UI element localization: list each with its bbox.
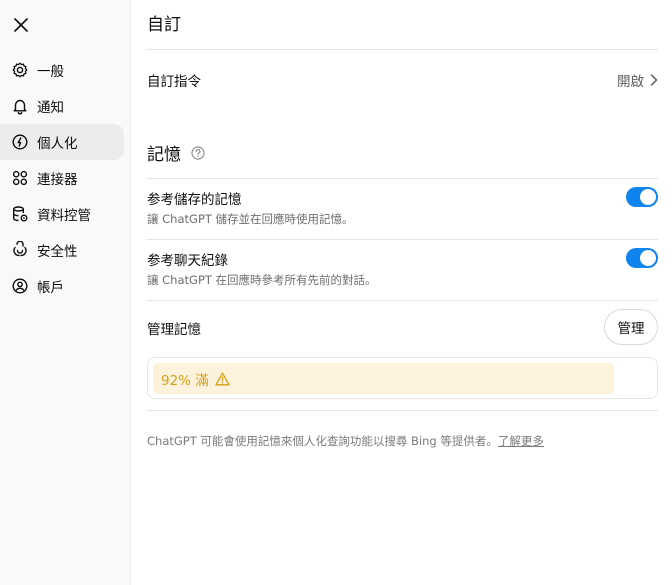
settings-nav: 一般 通知 個人化 連接器 資料控管 安全性 帳戶 (0, 52, 131, 304)
chat-history-label: 参考聊天紀錄 (147, 253, 228, 269)
security-icon (11, 241, 29, 259)
saved-memory-toggle[interactable] (626, 187, 658, 207)
warning-icon (215, 372, 230, 386)
settings-sidebar: 一般 通知 個人化 連接器 資料控管 安全性 帳戶 (0, 0, 131, 585)
toggle-knob (640, 250, 656, 266)
saved-memory-label: 参考儲存的記憶 (147, 192, 242, 208)
sidebar-item-security[interactable]: 安全性 (0, 232, 125, 268)
memory-footnote: ChatGPT 可能會使用記憶來個人化查詢功能以搜尋 Bing 等提供者。了解更… (147, 433, 544, 449)
account-icon (11, 277, 29, 295)
help-icon[interactable] (191, 145, 205, 160)
sidebar-item-notifications[interactable]: 通知 (0, 88, 125, 124)
memory-section-title: 記憶 (147, 140, 205, 165)
sidebar-item-label: 連接器 (37, 172, 78, 188)
page-title: 自訂 (147, 15, 181, 35)
chat-history-toggle[interactable] (626, 248, 658, 268)
custom-instructions-open-button[interactable]: 開啟 (617, 70, 658, 90)
memory-title: 記憶 (147, 145, 181, 165)
sidebar-item-personalization[interactable]: 個人化 (0, 124, 124, 160)
database-gear-icon (11, 205, 29, 223)
sidebar-item-account[interactable]: 帳戶 (0, 268, 125, 304)
sidebar-item-general[interactable]: 一般 (0, 52, 125, 88)
settings-content: 自訂 自訂指令 開啟 記憶 参考儲存的記憶 讓 ChatGPT 儲存並在回應時使… (147, 0, 658, 585)
close-icon (14, 18, 28, 32)
footnote-text: ChatGPT 可能會使用記憶來個人化查詢功能以搜尋 Bing 等提供者。 (147, 434, 498, 448)
divider (147, 178, 658, 179)
chat-history-description: 讓 ChatGPT 在回應時參考所有先前的對話。 (147, 273, 377, 287)
divider (147, 49, 658, 50)
memory-usage-meter: 92% 滿 (147, 357, 658, 399)
connectors-icon (11, 169, 29, 187)
custom-instructions-label: 自訂指令 (147, 74, 201, 90)
open-label: 開啟 (617, 74, 644, 90)
personalization-icon (11, 133, 29, 151)
saved-memory-description: 讓 ChatGPT 儲存並在回應時使用記憶。 (147, 212, 354, 226)
sidebar-item-label: 個人化 (37, 136, 78, 152)
manage-memory-label: 管理記憶 (147, 322, 201, 338)
divider (147, 300, 658, 301)
bell-icon (11, 97, 29, 115)
sidebar-item-data-controls[interactable]: 資料控管 (0, 196, 125, 232)
gear-icon (11, 61, 29, 79)
sidebar-item-label: 一般 (37, 64, 64, 80)
sidebar-item-label: 資料控管 (37, 208, 91, 224)
learn-more-link[interactable]: 了解更多 (498, 434, 544, 448)
sidebar-item-label: 通知 (37, 100, 64, 116)
close-button[interactable] (8, 12, 34, 38)
manage-memory-button[interactable]: 管理 (604, 309, 658, 345)
sidebar-item-label: 帳戶 (37, 280, 64, 296)
chevron-right-icon (650, 74, 658, 86)
memory-usage-fill: 92% 滿 (153, 363, 614, 394)
sidebar-item-label: 安全性 (37, 244, 78, 260)
memory-usage-text: 92% 滿 (161, 372, 209, 389)
divider (147, 410, 658, 411)
divider (147, 239, 658, 240)
toggle-knob (640, 189, 656, 205)
sidebar-item-connectors[interactable]: 連接器 (0, 160, 125, 196)
